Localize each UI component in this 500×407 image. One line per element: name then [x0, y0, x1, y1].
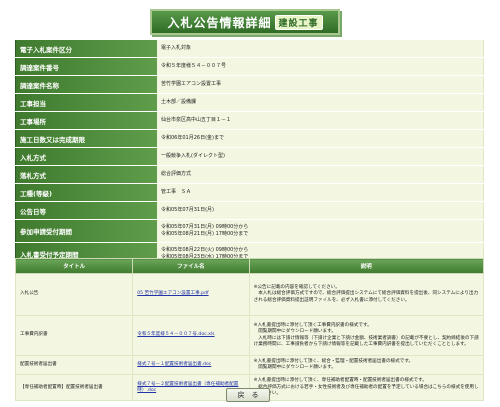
- info-label: 調達案件番号: [15, 58, 157, 75]
- info-label: 電子入札案件区分: [15, 40, 157, 57]
- doc-description: ※入札書提出時に添付して頂く、総合・監理・配置技術者届出書の様式です。 開覧期間…: [248, 354, 485, 376]
- info-row: 工種(等級) 管工事 ＳＡ: [15, 184, 484, 201]
- doc-description: ※入札書提出時に添付して頂く工事費内訳書の様式です。 開覧期間中にダウンロード願…: [248, 315, 485, 356]
- doc-title: 【専任補助者配置時】配置技術者届出書: [14, 374, 134, 402]
- doc-row: 入札公告 05 苦竹学園エアコン設置工事.pdf ※公告に記載の内容を確認してくださ…: [14, 273, 485, 316]
- info-value-line: 令和５年度様５４－００７号: [161, 63, 227, 69]
- info-label: 工事担当: [15, 94, 157, 111]
- info-value-line: 令和06年01月26日(金)まで: [161, 135, 224, 141]
- info-row: 調達案件名称 苦竹学園エアコン設置工事: [15, 76, 484, 93]
- doc-file-link[interactable]: 様式７号－２配置技術者届出書（専任補助者配置時）.doc: [137, 382, 238, 393]
- doc-title: 配置技術者届出書: [14, 354, 134, 376]
- info-value-line: 電子入札対象: [161, 45, 192, 51]
- doc-file-link[interactable]: 様式７号－１配置技術者届出書.doc: [137, 362, 211, 367]
- doc-header-desc: 説明: [248, 258, 485, 274]
- doc-file-cell: 05 苦竹学園エアコン設置工事.pdf: [132, 273, 250, 316]
- info-value: 総合評価方式: [157, 166, 484, 183]
- back-button[interactable]: 戻 る: [226, 388, 270, 402]
- info-value: 管工事 ＳＡ: [157, 184, 484, 201]
- info-value: 令和５年度様５４－００７号: [157, 58, 484, 75]
- info-label: 参加申請受付期間: [15, 220, 157, 242]
- info-row: 工事場所 仙台市泉区高中山五丁目１－１: [15, 112, 484, 129]
- info-label: 工事場所: [15, 112, 157, 129]
- info-value-line: 土木部／設備課: [161, 99, 197, 105]
- info-value: 令和05年07月31日(月) 09時00分から 令和05年08月21日(月) 17…: [157, 220, 484, 242]
- page-title-sub: 建設工事: [274, 14, 323, 30]
- info-label: 落札方式: [15, 166, 157, 183]
- info-row: 電子入札案件区分 電子入札対象: [15, 40, 484, 57]
- info-value-line: 苦竹学園エアコン設置工事: [161, 81, 222, 87]
- info-value-line: 令和05年07月31日(月): [161, 207, 214, 213]
- doc-row: 工事費内訳書 令和５年度様５４－００７号.doc.xls ※入札書提出時に添付して頂…: [14, 315, 485, 356]
- doc-file-cell: 様式７号－１配置技術者届出書.doc: [132, 354, 250, 376]
- page-title-main: 入札公告情報詳細: [167, 15, 272, 30]
- doc-title: 工事費内訳書: [14, 315, 134, 356]
- document-table: タイトル ファイル名 説明 入札公告 05 苦竹学園エアコン設置工事.pdf ※公告…: [14, 258, 485, 402]
- info-row: 調達案件番号 令和５年度様５４－００７号: [15, 58, 484, 75]
- info-value: 土木部／設備課: [157, 94, 484, 111]
- info-value: 仙台市泉区高中山五丁目１－１: [157, 112, 484, 129]
- info-row: 落札方式 総合評価方式: [15, 166, 484, 183]
- info-value-line: 仙台市泉区高中山五丁目１－１: [161, 117, 232, 123]
- info-value-line: 一般競争入札(ダイレクト型): [161, 153, 225, 159]
- doc-header-title: タイトル: [14, 258, 134, 274]
- doc-description: ※入札書提出時に添付して頂く、専任補助者配置時・配置技術者届出書の様式です。 総…: [248, 374, 485, 402]
- info-label: 入札方式: [15, 148, 157, 165]
- info-value: 令和05年07月31日(月): [157, 202, 484, 219]
- info-value-line: 令和05年08月22日(火) 09時00分から: [161, 247, 249, 253]
- doc-title: 入札公告: [14, 273, 134, 316]
- info-row: 工事担当 土木部／設備課: [15, 94, 484, 111]
- doc-file-cell: 令和５年度様５４－００７号.doc.xls: [132, 315, 250, 356]
- info-value: 一般競争入札(ダイレクト型): [157, 148, 484, 165]
- info-value-line: 管工事 ＳＡ: [161, 189, 192, 195]
- info-row: 入札方式 一般競争入札(ダイレクト型): [15, 148, 484, 165]
- info-label: 調達案件名称: [15, 76, 157, 93]
- doc-description: ※公告に記載の内容を確認してください。 本入札は総合評価方式ですので、総合評価提…: [248, 273, 485, 316]
- info-value-line: 令和05年08月21日(月) 17時00分まで: [161, 231, 249, 237]
- info-value-line: 令和05年07月31日(月) 09時00分から: [161, 224, 249, 230]
- info-value: 苦竹学園エアコン設置工事: [157, 76, 484, 93]
- info-label: 公告日等: [15, 202, 157, 219]
- info-label: 施工日数又は完成期限: [15, 130, 157, 147]
- info-label: 工種(等級): [15, 184, 157, 201]
- doc-file-link[interactable]: 05 苦竹学園エアコン設置工事.pdf: [137, 291, 208, 296]
- info-value: 令和06年01月26日(金)まで: [157, 130, 484, 147]
- doc-header-file: ファイル名: [132, 258, 250, 274]
- info-value: 電子入札対象: [157, 40, 484, 57]
- doc-row: 配置技術者届出書 様式７号－１配置技術者届出書.doc ※入札書提出時に添付して頂く…: [14, 354, 485, 376]
- info-value-line: 総合評価方式: [161, 171, 192, 177]
- info-row: 公告日等 令和05年07月31日(月): [15, 202, 484, 219]
- bid-info-table: 電子入札案件区分 電子入札対象 調達案件番号 令和５年度様５４－００７号 調達案件名称苦…: [15, 39, 484, 284]
- page-title: 入札公告情報詳細 建設工事: [150, 9, 340, 35]
- info-row: 施工日数又は完成期限 令和06年01月26日(金)まで: [15, 130, 484, 147]
- doc-file-link[interactable]: 令和５年度様５４－００７号.doc.xls: [137, 332, 214, 337]
- info-row: 参加申請受付期間 令和05年07月31日(月) 09時00分から 令和05年08月2…: [15, 220, 484, 242]
